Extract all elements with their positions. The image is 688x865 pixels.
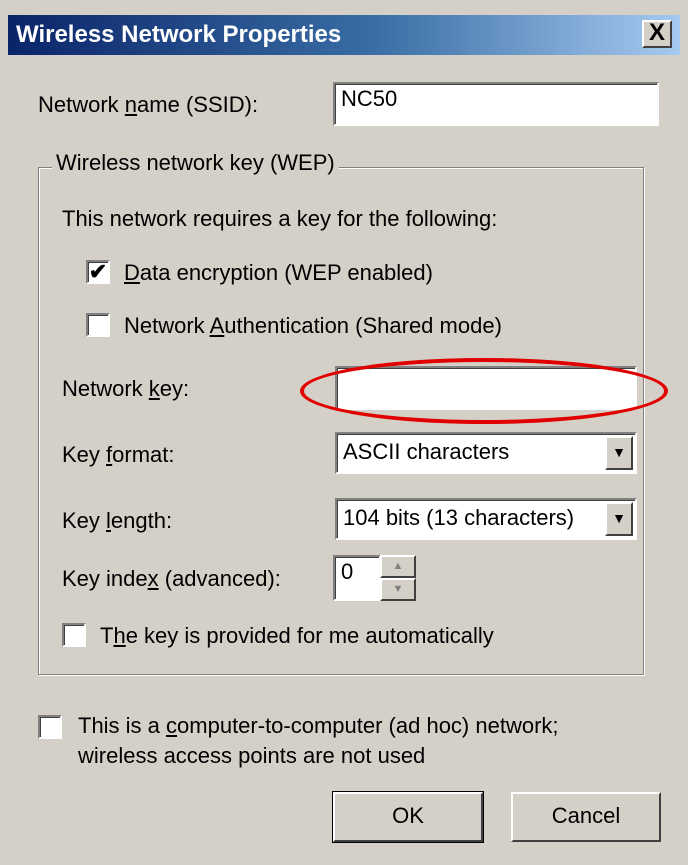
highlight-ellipse [300,358,668,424]
ssid-label: Network name (SSID): [38,92,259,117]
key-format-select[interactable]: ASCII characters ▼ [335,432,637,474]
key-format-label: Key format: [62,442,175,467]
window-title: Wireless Network Properties [16,21,342,48]
title-bar[interactable]: Wireless Network Properties X [8,15,680,55]
chevron-down-icon[interactable]: ▼ [605,502,633,536]
key-requirement-text: This network requires a key for the foll… [62,206,498,231]
ssid-input[interactable]: NC50 [333,82,659,126]
key-length-value: 104 bits (13 characters) [343,505,575,530]
auto-key-label[interactable]: The key is provided for me automatically [100,623,494,649]
key-length-select[interactable]: 104 bits (13 characters) ▼ [335,498,637,540]
key-format-value: ASCII characters [343,439,510,464]
close-button[interactable]: X [642,20,672,48]
adhoc-checkbox[interactable] [38,715,62,739]
adhoc-label-line1[interactable]: This is a computer-to-computer (ad hoc) … [78,713,559,739]
data-encryption-checkbox[interactable]: ✔ [86,260,110,284]
network-auth-checkbox[interactable] [86,313,110,337]
adhoc-label-line2: wireless access points are not used [78,743,426,768]
dialog-window: Wireless Network Properties X Network na… [0,0,688,865]
network-auth-label[interactable]: Network Authentication (Shared mode) [124,313,502,339]
key-index-input[interactable]: 0 [333,555,381,601]
data-encryption-label[interactable]: Data encryption (WEP enabled) [124,260,433,286]
key-index-spinner[interactable]: ▲ ▼ [380,555,416,601]
auto-key-checkbox[interactable] [62,623,86,647]
cancel-button[interactable]: Cancel [511,792,661,842]
ok-button[interactable]: OK [332,791,484,843]
wep-group-legend: Wireless network key (WEP) [52,150,339,176]
spin-down-icon[interactable]: ▼ [380,578,416,601]
key-length-label: Key length: [62,508,173,533]
network-key-label: Network key: [62,376,190,401]
chevron-down-icon[interactable]: ▼ [605,436,633,470]
spin-up-icon[interactable]: ▲ [380,555,416,578]
key-index-label: Key index (advanced): [62,566,281,591]
